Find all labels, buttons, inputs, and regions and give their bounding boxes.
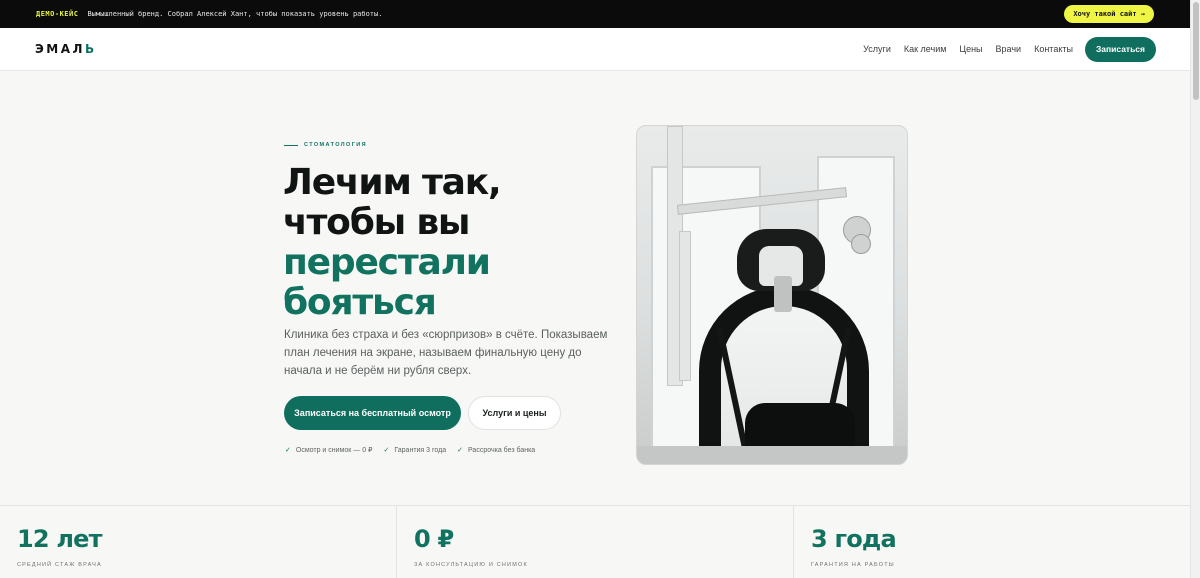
logo-accent: Ь bbox=[85, 42, 97, 56]
stat-consultation: 0 ₽ ЗА КОНСУЛЬТАЦИЮ И СНИМОК bbox=[397, 506, 794, 578]
hero-lead: Клиника без страха и без «сюрпризов» в с… bbox=[284, 329, 608, 377]
demo-text: Вымышленный бренд. Собрал Алексей Хант, … bbox=[87, 10, 383, 18]
hero-title-line-4: бояться bbox=[283, 282, 437, 323]
photo-floor bbox=[637, 446, 907, 464]
photo-lamp bbox=[851, 234, 871, 254]
free-checkup-button[interactable]: Записаться на бесплатный осмотр bbox=[284, 396, 461, 430]
photo-neck bbox=[774, 276, 792, 312]
page-scrollbar[interactable] bbox=[1190, 0, 1200, 578]
benefit-text: Гарантия 3 года bbox=[394, 446, 447, 454]
benefit-item: ✓ Гарантия 3 года bbox=[383, 446, 447, 455]
photo-pole bbox=[679, 231, 691, 381]
stat-label: ГАРАНТИЯ НА РАБОТЫ bbox=[811, 562, 895, 568]
eyebrow-line bbox=[284, 144, 298, 146]
check-icon: ✓ bbox=[383, 447, 390, 454]
logo-main: ЭМАЛ bbox=[35, 42, 86, 56]
benefits-list: ✓ Осмотр и снимок — 0 ₽ ✓ Гарантия 3 год… bbox=[285, 446, 546, 455]
hero-title: Лечим так, чтобы вы перестали бояться bbox=[283, 163, 603, 323]
benefit-item: ✓ Осмотр и снимок — 0 ₽ bbox=[285, 446, 373, 454]
nav-doctors[interactable]: Врачи bbox=[996, 44, 1022, 54]
hero-title-line-2: чтобы вы bbox=[283, 202, 470, 243]
benefit-item: ✓ Рассрочка без банка bbox=[457, 446, 536, 455]
services-prices-button[interactable]: Услуги и цены bbox=[468, 396, 561, 430]
stat-value: 12 лет bbox=[17, 525, 103, 553]
demo-banner: ДЕМО-КЕЙС Вымышленный бренд. Собрал Алек… bbox=[0, 0, 1190, 28]
eyebrow-text: СТОМАТОЛОГИЯ bbox=[304, 142, 367, 148]
nav-services[interactable]: Услуги bbox=[863, 44, 891, 54]
scrollbar-thumb[interactable] bbox=[1193, 2, 1199, 100]
dental-chair-photo bbox=[636, 125, 908, 465]
logo[interactable]: ЭМАЛЬ bbox=[35, 42, 97, 56]
main-nav: Услуги Как лечим Цены Врачи Контакты Зап… bbox=[863, 36, 1156, 62]
stat-label: СРЕДНИЙ СТАЖ ВРАЧА bbox=[17, 562, 102, 568]
demo-tag: ДЕМО-КЕЙС bbox=[36, 10, 79, 18]
book-button[interactable]: Записаться bbox=[1084, 36, 1156, 62]
nav-how-we-treat[interactable]: Как лечим bbox=[904, 44, 947, 54]
hero-title-line-3: перестали bbox=[283, 242, 491, 283]
site-header: ЭМАЛЬ Услуги Как лечим Цены Врачи Контак… bbox=[0, 28, 1190, 71]
stat-value: 0 ₽ bbox=[414, 525, 454, 553]
nav-prices[interactable]: Цены bbox=[959, 44, 982, 54]
want-site-button[interactable]: Хочу такой сайт → bbox=[1064, 5, 1154, 23]
hero-title-line-1: Лечим так, bbox=[283, 162, 502, 203]
eyebrow: СТОМАТОЛОГИЯ bbox=[284, 142, 367, 148]
stats-strip: 12 лет СРЕДНИЙ СТАЖ ВРАЧА 0 ₽ ЗА КОНСУЛЬ… bbox=[0, 505, 1190, 578]
nav-contacts[interactable]: Контакты bbox=[1034, 44, 1073, 54]
stat-value: 3 года bbox=[811, 525, 897, 553]
stat-label: ЗА КОНСУЛЬТАЦИЮ И СНИМОК bbox=[414, 562, 528, 568]
stat-experience: 12 лет СРЕДНИЙ СТАЖ ВРАЧА bbox=[0, 506, 397, 578]
benefit-text: Осмотр и снимок — 0 ₽ bbox=[295, 447, 373, 454]
stat-warranty: 3 года ГАРАНТИЯ НА РАБОТЫ bbox=[794, 506, 1190, 578]
benefit-text: Рассрочка без банка bbox=[468, 446, 536, 454]
check-icon: ✓ bbox=[457, 447, 463, 454]
check-icon: ✓ bbox=[285, 447, 291, 454]
